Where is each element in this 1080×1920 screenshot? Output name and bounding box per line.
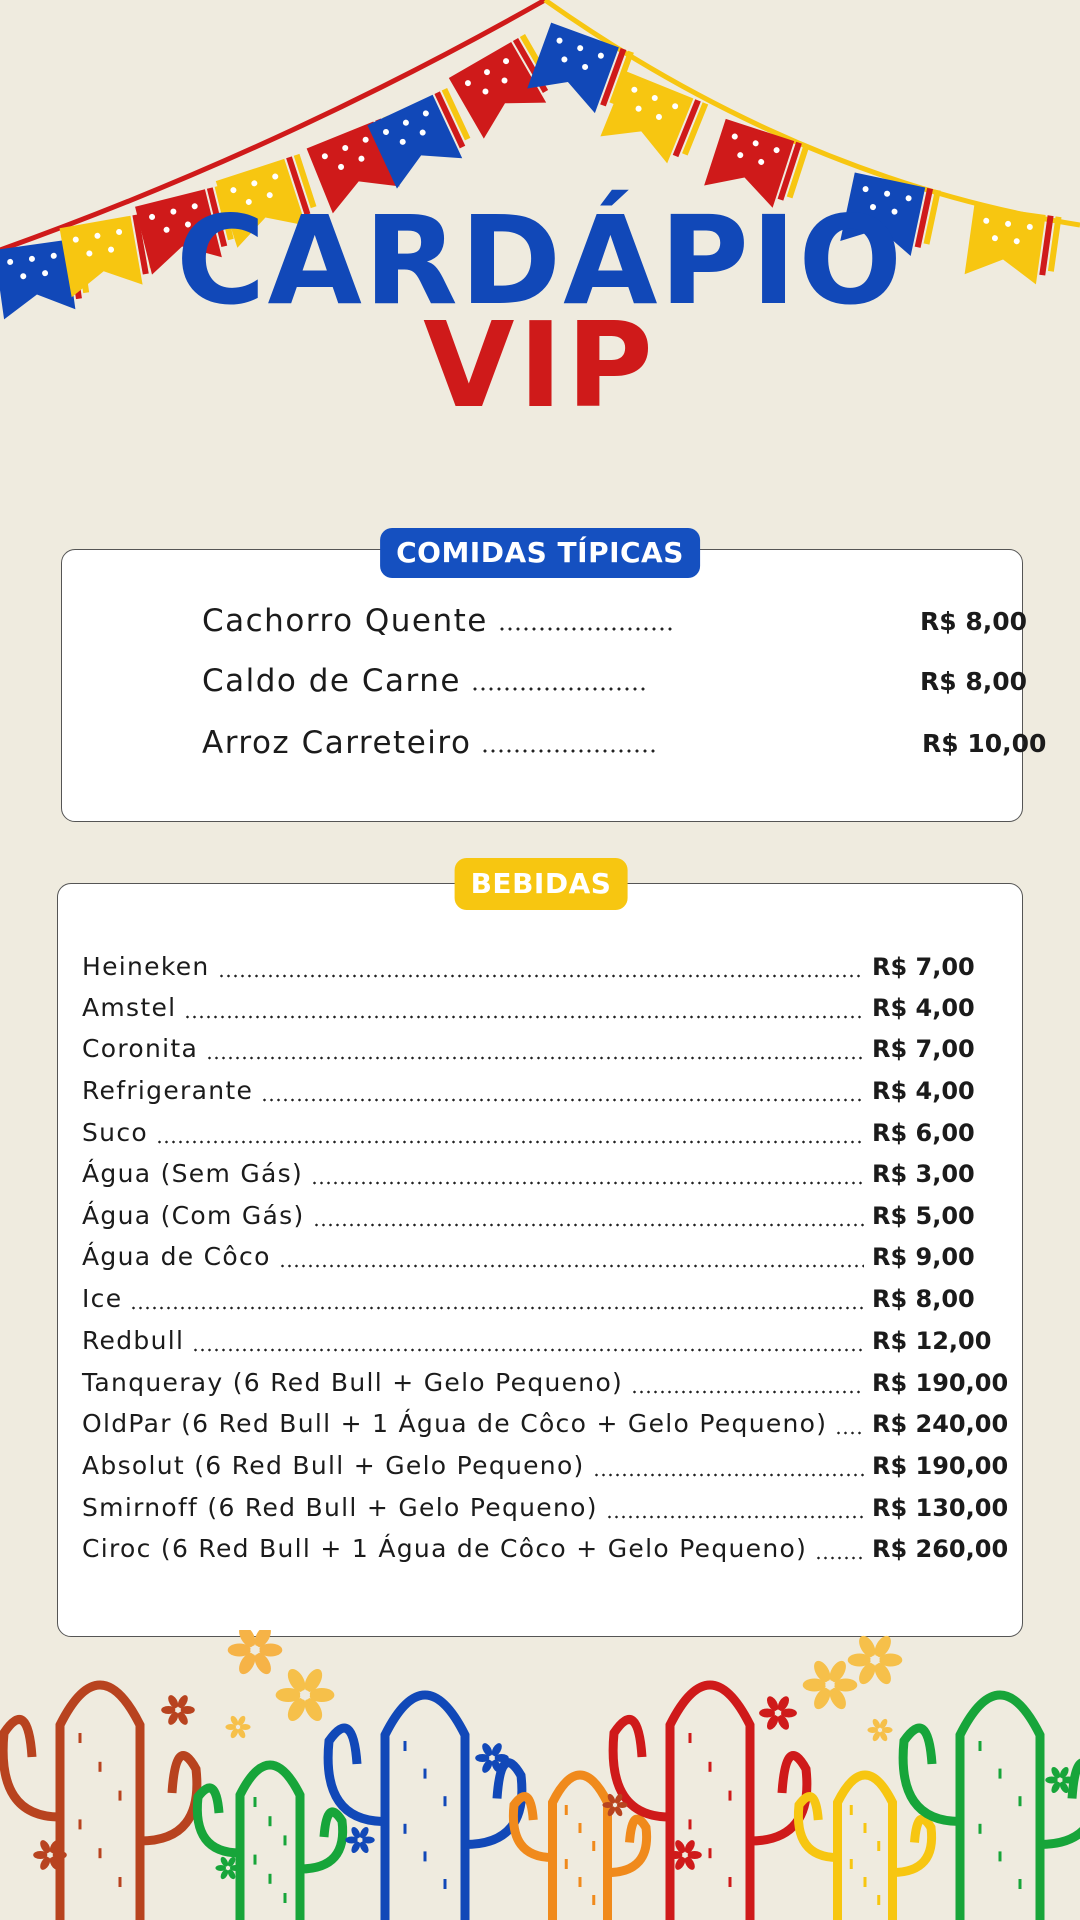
- drink-item-price: R$ 7,00: [872, 953, 975, 981]
- cactus-decoration: [0, 1630, 1080, 1920]
- drink-item-name: Água (Sem Gás): [82, 1159, 304, 1188]
- drink-item-price: R$ 8,00: [872, 1285, 975, 1313]
- drink-item-price: R$ 260,00: [872, 1535, 1009, 1563]
- drink-item: Amstel R$ 4,00: [82, 989, 1002, 1027]
- drink-item-price: R$ 130,00: [872, 1494, 1009, 1522]
- drink-item: Coronita R$ 7,00: [82, 1030, 1002, 1068]
- drink-item-price: R$ 9,00: [872, 1243, 975, 1271]
- drink-item-price: R$ 3,00: [872, 1160, 975, 1188]
- drink-item-name: Smirnoff (6 Red Bull + Gelo Pequeno): [82, 1493, 598, 1522]
- drink-item-price: R$ 4,00: [872, 1077, 975, 1105]
- dot-leader: [605, 1515, 864, 1519]
- drink-item: Redbull R$ 12,00: [82, 1322, 1002, 1360]
- flower-icon: [275, 1668, 335, 1722]
- food-item-name: Cachorro Quente: [202, 603, 488, 639]
- drink-item-name: Redbull: [82, 1326, 185, 1355]
- food-item: Cachorro Quente R$ 8,00: [202, 599, 1027, 643]
- drink-item-price: R$ 5,00: [872, 1202, 975, 1230]
- menu-subtitle-vip: VIP: [423, 296, 657, 434]
- dot-leader: [631, 1390, 864, 1394]
- drink-item-name: Absolut (6 Red Bull + Gelo Pequeno): [82, 1451, 585, 1480]
- drink-item: Água (Sem Gás) R$ 3,00: [82, 1155, 1002, 1193]
- drink-item-name: Refrigerante: [82, 1076, 254, 1105]
- drink-item-name: Heineken: [82, 952, 210, 981]
- dot-leader: [130, 1306, 864, 1310]
- dot-leader: [835, 1431, 864, 1435]
- drink-item-price: R$ 6,00: [872, 1119, 975, 1147]
- dot-leader: [206, 1056, 864, 1060]
- cactus-icon: [898, 1690, 1080, 1920]
- dot-leader: [155, 1140, 864, 1144]
- food-item-price: R$ 10,00: [922, 728, 1047, 758]
- drink-item-name: Água de Côco: [82, 1242, 271, 1271]
- drink-item-name: Suco: [82, 1118, 148, 1147]
- dot-leader: [497, 627, 673, 631]
- drink-item-price: R$ 12,00: [872, 1327, 992, 1355]
- dot-leader: [278, 1264, 864, 1268]
- drink-item-name: Coronita: [82, 1034, 199, 1063]
- food-item-price: R$ 8,00: [920, 666, 1028, 696]
- flower-icon: [802, 1660, 858, 1710]
- drink-item: Refrigerante R$ 4,00: [82, 1072, 1002, 1110]
- drink-item-name: Tanqueray (6 Red Bull + Gelo Pequeno): [82, 1368, 624, 1397]
- flower-icon: [847, 1635, 903, 1685]
- drink-item-price: R$ 4,00: [872, 994, 975, 1022]
- cactus-icon: [323, 1690, 527, 1920]
- drink-item-name: Água (Com Gás): [82, 1201, 305, 1230]
- dot-leader: [192, 1348, 864, 1352]
- drink-item: Suco R$ 6,00: [82, 1114, 1002, 1152]
- dot-leader: [470, 687, 646, 691]
- drink-item-price: R$ 240,00: [872, 1410, 1009, 1438]
- cactus-icon: [192, 1760, 348, 1920]
- drink-item: Smirnoff (6 Red Bull + Gelo Pequeno) R$ 1…: [82, 1489, 1009, 1527]
- dot-leader: [815, 1556, 864, 1560]
- drink-item-price: R$ 190,00: [872, 1452, 1009, 1480]
- food-item-price: R$ 8,00: [920, 606, 1028, 636]
- food-item-name: Caldo de Carne: [202, 663, 461, 699]
- drink-item: Tanqueray (6 Red Bull + Gelo Pequeno) R$ …: [82, 1364, 1009, 1402]
- dot-leader: [481, 749, 657, 753]
- dot-leader: [311, 1181, 864, 1185]
- drink-item: Heineken R$ 7,00: [82, 948, 1002, 986]
- dot-leader: [217, 974, 864, 978]
- drink-item: OldPar (6 Red Bull + 1 Água de Côco + Ge…: [82, 1405, 1009, 1443]
- drink-item-price: R$ 7,00: [872, 1035, 975, 1063]
- drink-item-name: Ciroc (6 Red Bull + 1 Água de Côco + Gel…: [82, 1534, 808, 1563]
- food-item: Caldo de Carne R$ 8,00: [202, 659, 1027, 703]
- dot-leader: [592, 1473, 864, 1477]
- flower-icon: [161, 1695, 195, 1725]
- drink-item-price: R$ 190,00: [872, 1369, 1009, 1397]
- food-item: Arroz Carreteiro R$ 10,00: [202, 721, 1046, 765]
- drink-item: Absolut (6 Red Bull + Gelo Pequeno) R$ 19…: [82, 1447, 1009, 1485]
- flower-icon: [867, 1718, 893, 1742]
- drink-item-name: Ice: [82, 1284, 123, 1313]
- drink-item-name: OldPar (6 Red Bull + 1 Água de Côco + Ge…: [82, 1409, 828, 1438]
- food-section-heading: COMIDAS TÍPICAS: [380, 528, 700, 578]
- dot-leader: [184, 1015, 864, 1019]
- dot-leader: [261, 1098, 864, 1102]
- drinks-section-heading: BEBIDAS: [454, 858, 628, 910]
- drink-item: Ice R$ 8,00: [82, 1280, 1002, 1318]
- drink-item: Água de Côco R$ 9,00: [82, 1238, 1002, 1276]
- drink-item: Água (Com Gás) R$ 5,00: [82, 1197, 1002, 1235]
- food-item-name: Arroz Carreteiro: [202, 725, 472, 761]
- cactus-icon: [0, 1680, 202, 1920]
- flower-icon: [345, 1826, 375, 1854]
- drink-item: Ciroc (6 Red Bull + 1 Água de Côco + Gel…: [82, 1530, 1009, 1568]
- drink-item-name: Amstel: [82, 993, 177, 1022]
- flower-icon: [759, 1696, 797, 1730]
- flower-icon: [225, 1715, 251, 1739]
- flower-icon: [227, 1630, 283, 1675]
- dot-leader: [312, 1223, 864, 1227]
